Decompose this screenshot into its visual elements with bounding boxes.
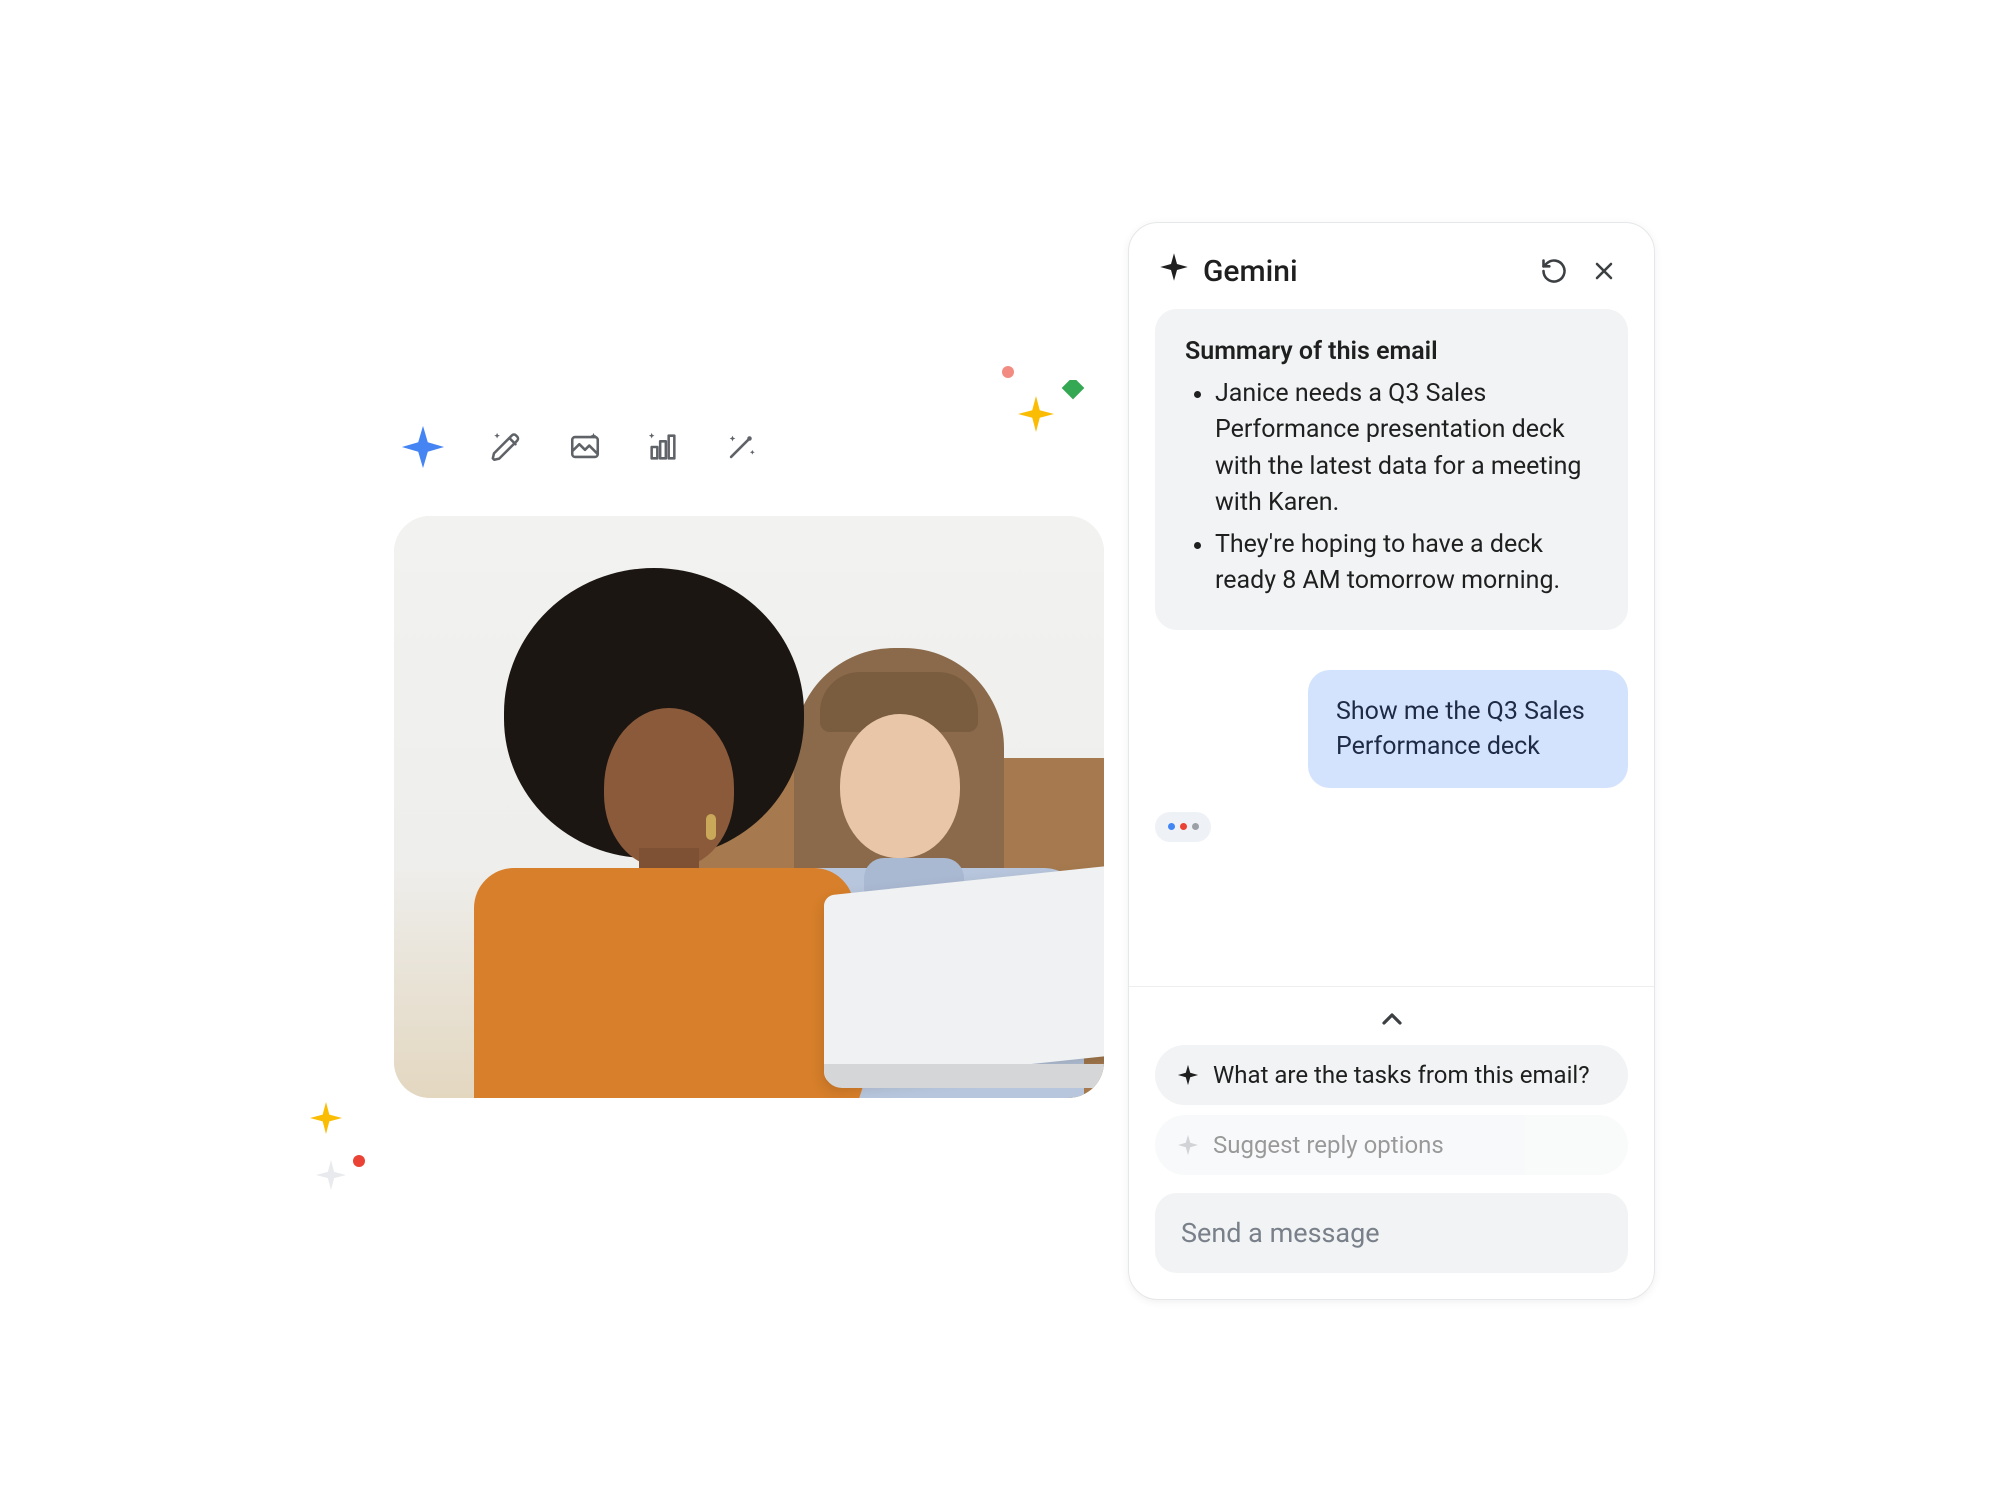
message-input-container — [1155, 1193, 1628, 1273]
suggestion-chip[interactable]: What are the tasks from this email? — [1155, 1045, 1628, 1105]
suggestion-label: Suggest reply options — [1213, 1131, 1444, 1159]
summary-list: Janice needs a Q3 Sales Performance pres… — [1185, 376, 1598, 600]
gemini-sparkle-icon — [1159, 252, 1189, 290]
suggestion-chip[interactable]: Suggest reply options — [1155, 1115, 1628, 1175]
assistant-summary-bubble: Summary of this email Janice needs a Q3 … — [1155, 309, 1628, 630]
magic-wand-icon[interactable] — [724, 430, 758, 464]
gradient-sparkle-icon — [400, 424, 446, 470]
summary-item: They're hoping to have a deck ready 8 AM… — [1215, 527, 1598, 600]
toolbar — [400, 424, 758, 470]
user-message-bubble: Show me the Q3 Sales Performance deck — [1308, 670, 1628, 788]
panel-bottom: What are the tasks from this email? Sugg… — [1129, 986, 1654, 1299]
decor-sparkle-icon — [352, 1154, 366, 1168]
decor-sparkle-icon — [1000, 364, 1016, 380]
suggestion-label: What are the tasks from this email? — [1213, 1061, 1590, 1089]
refresh-button[interactable] — [1534, 251, 1574, 291]
summary-item: Janice needs a Q3 Sales Performance pres… — [1215, 376, 1598, 521]
typing-indicator — [1155, 812, 1211, 842]
close-button[interactable] — [1584, 251, 1624, 291]
summary-heading: Summary of this email — [1185, 337, 1598, 366]
message-input[interactable] — [1181, 1217, 1602, 1249]
decor-sparkle-icon — [1018, 396, 1054, 432]
decor-sparkle-icon — [310, 1102, 342, 1134]
expand-suggestions-button[interactable] — [1155, 1003, 1628, 1035]
decor-sparkle-icon — [316, 1160, 346, 1190]
magic-photo-icon[interactable] — [568, 430, 602, 464]
magic-pen-icon[interactable] — [490, 430, 524, 464]
decor-sparkle-icon — [1060, 380, 1086, 406]
gemini-panel: Gemini Summary of this email Janice need… — [1128, 222, 1655, 1300]
user-message-text: Show me the Q3 Sales Performance deck — [1336, 697, 1585, 761]
panel-header: Gemini — [1129, 223, 1654, 309]
magic-chart-icon[interactable] — [646, 430, 680, 464]
hero-image — [394, 516, 1104, 1098]
panel-title: Gemini — [1203, 254, 1298, 289]
